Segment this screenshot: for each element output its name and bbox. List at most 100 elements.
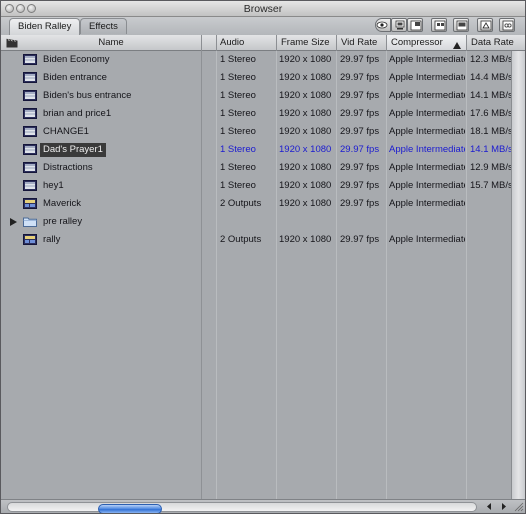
cell-data-rate (470, 195, 512, 213)
list-item[interactable]: Dad's Prayer1 1 Stereo 1920 x 1080 29.97 fp… (1, 141, 512, 159)
resize-grip-icon[interactable] (512, 500, 524, 512)
cell-vid-rate: 29.97 fps (340, 162, 380, 173)
clip-icon (23, 162, 37, 173)
cell-compressor: Apple Intermediate Codec (389, 198, 465, 209)
horizontal-scrollbar[interactable] (1, 499, 525, 513)
cell-vid-rate: 29.97 fps (340, 144, 380, 155)
horizontal-scroll-thumb[interactable] (98, 504, 162, 513)
cell-vid-rate: 29.97 fps (340, 126, 380, 137)
clip-icon (23, 54, 37, 65)
item-name: CHANGE1 (43, 126, 89, 137)
scroll-left-arrow-icon[interactable] (483, 501, 496, 512)
column-header-compressor-label: Compressor (391, 37, 443, 48)
item-name: Maverick (43, 198, 82, 209)
large-icon-view-icon[interactable] (391, 18, 407, 32)
cell-data-rate: 12.9 MB/sec (470, 162, 512, 173)
cell-vid-rate: 29.97 fps (340, 234, 380, 245)
clapper-icon[interactable] (6, 38, 18, 51)
cell-frame-size: 1920 x 1080 (279, 180, 332, 191)
cell-compressor: Apple Intermediate Codec (389, 180, 465, 191)
cell-frame-size: 1920 x 1080 (279, 54, 332, 65)
small-icon-view-icon[interactable] (431, 18, 447, 32)
column-view-icon[interactable] (499, 18, 515, 32)
list-item[interactable]: pre ralley (1, 213, 511, 231)
list-item[interactable]: Biden's bus entrance 1 Stereo 1920 x 1080 2… (1, 87, 512, 105)
list-item[interactable]: hey1 1 Stereo 1920 x 1080 29.97 fps Apple In… (1, 177, 512, 195)
tab-effects[interactable]: Effects (80, 18, 127, 34)
list-view-icon[interactable] (477, 18, 493, 32)
cell-data-rate: 15.7 MB/sec (470, 180, 512, 191)
cell-compressor (389, 213, 465, 231)
disclosure-triangle-icon[interactable] (10, 218, 17, 229)
cell-compressor: Apple Intermediate Codec (389, 72, 465, 83)
item-name: Dad's Prayer1 (40, 143, 106, 157)
clip-icon (23, 90, 37, 101)
tab-biden-ralley[interactable]: Biden Ralley (9, 18, 81, 36)
list-item[interactable]: rally 2 Outputs 1920 x 1080 29.97 fps Apple … (1, 231, 511, 249)
scroll-right-arrow-icon[interactable] (497, 501, 510, 512)
list-item[interactable]: CHANGE1 1 Stereo 1920 x 1080 29.97 fps Apple… (1, 123, 512, 141)
cell-data-rate: 12.3 MB/sec (470, 54, 512, 65)
cell-data-rate: 14.4 MB/sec (470, 72, 512, 83)
cell-audio: 1 Stereo (220, 162, 256, 173)
cell-audio: 2 Outputs (220, 198, 262, 209)
tab-strip: Biden Ralley Effects (1, 17, 525, 36)
cell-frame-size: 1920 x 1080 (279, 72, 332, 83)
horizontal-scroll-track[interactable] (7, 502, 477, 513)
list-view-icon[interactable] (453, 18, 469, 32)
item-name: Biden entrance (43, 72, 107, 83)
cell-frame-size: 1920 x 1080 (279, 90, 332, 101)
cell-vid-rate: 29.97 fps (340, 54, 380, 65)
column-header-data-rate[interactable]: Data Rate (471, 35, 516, 50)
column-header-vid-rate[interactable]: Vid Rate (341, 35, 386, 50)
column-header-audio[interactable]: Audio (220, 35, 276, 50)
cell-compressor: Apple Intermediate Codec (389, 90, 465, 101)
column-header-compressor[interactable]: Compressor (387, 35, 466, 50)
item-name: rally (43, 234, 61, 245)
vertical-scrollbar[interactable] (511, 51, 525, 499)
cell-audio: 1 Stereo (220, 108, 256, 119)
clip-icon (23, 108, 37, 119)
item-name: Biden Economy (43, 54, 110, 65)
column-header-name[interactable]: Name (21, 35, 201, 50)
cell-data-rate (470, 231, 512, 249)
cell-audio: 1 Stereo (220, 126, 256, 137)
sequence-icon (23, 198, 37, 209)
cell-audio: 1 Stereo (220, 72, 256, 83)
cell-data-rate: 17.6 MB/sec (470, 108, 512, 119)
list-item[interactable]: brian and price1 1 Stereo 1920 x 1080 29.97… (1, 105, 512, 123)
cell-vid-rate: 29.97 fps (340, 180, 380, 191)
browser-list: Biden Economy 1 Stereo 1920 x 1080 29.97 fp… (1, 51, 512, 499)
cell-frame-size: 1920 x 1080 (279, 126, 332, 137)
column-header-frame-size[interactable]: Frame Size (281, 35, 336, 50)
list-item[interactable]: Biden Economy 1 Stereo 1920 x 1080 29.97 fp… (1, 51, 512, 69)
list-item[interactable]: Distractions 1 Stereo 1920 x 1080 29.97 fps… (1, 159, 512, 177)
cell-audio: 1 Stereo (220, 90, 256, 101)
cell-vid-rate: 29.97 fps (340, 198, 380, 209)
cell-compressor: Apple Intermediate Codec (389, 144, 465, 155)
cell-frame-size: 1920 x 1080 (279, 108, 332, 119)
cell-vid-rate (340, 213, 385, 231)
cell-frame-size: 1920 x 1080 (279, 162, 332, 173)
clip-icon (23, 126, 37, 137)
cell-audio: 1 Stereo (220, 144, 256, 155)
item-name: Distractions (43, 162, 93, 173)
cell-compressor: Apple Intermediate Codec (389, 108, 465, 119)
cell-vid-rate: 29.97 fps (340, 72, 380, 83)
cell-audio: 1 Stereo (220, 54, 256, 65)
cell-vid-rate: 29.97 fps (340, 108, 380, 119)
cell-vid-rate: 29.97 fps (340, 90, 380, 101)
browser-window: Browser Biden Ralley Effects Name Audio … (0, 0, 526, 514)
medium-icon-view-icon[interactable] (407, 18, 423, 32)
cell-data-rate (470, 213, 512, 231)
cell-data-rate: 14.1 MB/sec (470, 144, 512, 155)
cell-compressor: Apple Intermediate Codec (389, 234, 465, 245)
item-name: Biden's bus entrance (43, 90, 132, 101)
cell-frame-size: 1920 x 1080 (279, 144, 332, 155)
list-item[interactable]: Biden entrance 1 Stereo 1920 x 1080 29.97 f… (1, 69, 512, 87)
cell-audio: 1 Stereo (220, 180, 256, 191)
eye-icon[interactable] (375, 18, 391, 32)
list-item[interactable]: Maverick 2 Outputs 1920 x 1080 29.97 fps App… (1, 195, 511, 213)
item-name: hey1 (43, 180, 64, 191)
clip-icon (23, 72, 37, 83)
